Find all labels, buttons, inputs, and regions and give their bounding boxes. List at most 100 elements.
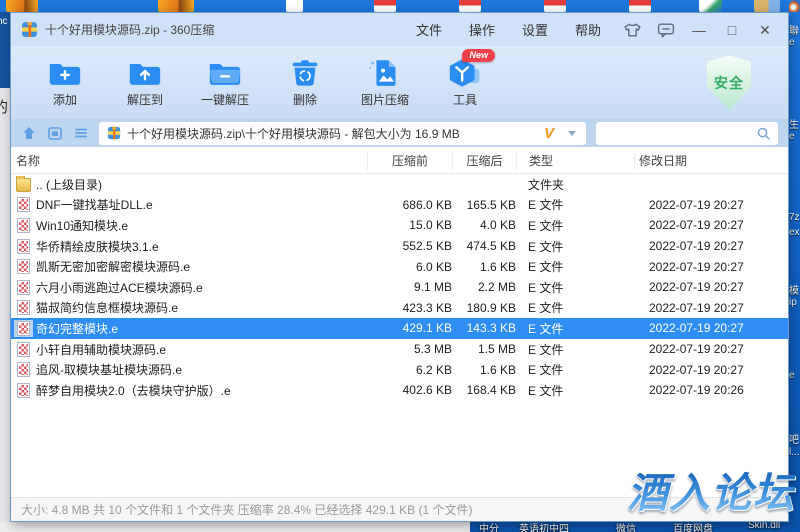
one-click-extract-icon bbox=[206, 58, 244, 89]
desktop-text-fragment: e bbox=[789, 131, 795, 142]
size-after-cell: 2.2 MB bbox=[452, 280, 516, 294]
table-row[interactable]: 奇幻完整模块.e 429.1 KB 143.3 KB E 文件 2022-07-… bbox=[11, 318, 788, 339]
column-header-date[interactable]: 修改日期 bbox=[634, 153, 764, 170]
one-click-extract-button[interactable]: 一键解压 bbox=[185, 58, 265, 108]
file-type-cell: E 文件 bbox=[516, 258, 634, 275]
new-badge: New bbox=[462, 49, 495, 62]
desktop-text-fragment: ip bbox=[789, 297, 797, 308]
desktop-text-fragment: 聯 bbox=[789, 22, 799, 37]
addressbar: 十个好用模块源码.zip\十个好用模块源码 - 解包大小为 16.9 MB V bbox=[11, 119, 788, 147]
modified-date-cell: 2022-07-19 20:27 bbox=[634, 218, 764, 232]
list-view-icon[interactable] bbox=[73, 125, 89, 141]
menu-operation[interactable]: 操作 bbox=[469, 20, 495, 39]
file-name: .. (上级目录) bbox=[36, 176, 102, 193]
size-before-cell: 423.3 KB bbox=[367, 301, 452, 315]
column-header-before[interactable]: 压缩前 bbox=[367, 153, 452, 170]
modified-date-cell: 2022-07-19 20:27 bbox=[634, 363, 764, 377]
file-name-cell: 小轩自用辅助模块源码.e bbox=[11, 341, 367, 358]
file-list-panel: 名称 压缩前 压缩后 类型 修改日期 .. (上级目录) 文件夹 DNF一键找基… bbox=[11, 147, 788, 497]
file-icon bbox=[17, 342, 30, 357]
search-icon[interactable] bbox=[756, 126, 771, 141]
desktop-icon-pdf[interactable] bbox=[544, 0, 566, 12]
file-name: 奇幻完整模块.e bbox=[36, 320, 118, 337]
minimize-button[interactable]: — bbox=[690, 21, 708, 39]
watermark: 酒入论坛 bbox=[627, 459, 795, 519]
column-header-type[interactable]: 类型 bbox=[516, 153, 634, 170]
size-before-cell: 15.0 KB bbox=[367, 218, 452, 232]
column-header-after[interactable]: 压缩后 bbox=[452, 153, 516, 170]
vip-v-icon[interactable]: V bbox=[544, 125, 554, 142]
file-type-cell: E 文件 bbox=[516, 320, 634, 337]
desktop: nc 的 聯e生e7zex模ipe吧l... 中分英语初中四微信百度网盘Skin… bbox=[0, 0, 800, 532]
status-text: 大小: 4.8 MB 共 10 个文件和 1 个文件夹 压缩率 28.4% 已经… bbox=[21, 501, 472, 518]
file-icon bbox=[17, 197, 30, 212]
background-text-fragment: nc bbox=[0, 16, 8, 27]
desktop-icon-image[interactable] bbox=[699, 0, 722, 12]
search-box[interactable] bbox=[596, 122, 778, 145]
file-icon bbox=[17, 321, 30, 336]
menubar: 文件 操作 设置 帮助 bbox=[416, 20, 601, 39]
file-name: 华侨精绘皮肤模块3.1.e bbox=[36, 238, 159, 255]
feedback-icon[interactable] bbox=[657, 22, 675, 38]
desktop-icon-folder[interactable] bbox=[754, 0, 780, 12]
close-button[interactable]: ✕ bbox=[756, 21, 774, 39]
table-row[interactable]: 华侨精绘皮肤模块3.1.e 552.5 KB 474.5 KB E 文件 202… bbox=[11, 236, 788, 257]
safe-badge-label: 安全 bbox=[714, 73, 744, 93]
table-row[interactable]: .. (上级目录) 文件夹 bbox=[11, 174, 788, 195]
table-row[interactable]: DNF一键找基址DLL.e 686.0 KB 165.5 KB E 文件 202… bbox=[11, 195, 788, 216]
desktop-icon-zip[interactable] bbox=[6, 0, 38, 12]
table-row[interactable]: 猫叔简约信息框模块源码.e 423.3 KB 180.9 KB E 文件 202… bbox=[11, 298, 788, 319]
safe-badge: 安全 bbox=[704, 56, 754, 110]
size-after-cell: 1.6 KB bbox=[452, 260, 516, 274]
file-type-cell: E 文件 bbox=[516, 217, 634, 234]
modified-date-cell: 2022-07-19 20:26 bbox=[634, 383, 764, 397]
desktop-icon-doc[interactable] bbox=[286, 0, 303, 12]
image-compress-button[interactable]: 图片压缩 bbox=[345, 58, 425, 108]
chevron-down-icon[interactable] bbox=[568, 131, 576, 136]
desktop-icon-zip[interactable] bbox=[158, 0, 194, 12]
table-row[interactable]: 小轩自用辅助模块源码.e 5.3 MB 1.5 MB E 文件 2022-07-… bbox=[11, 339, 788, 360]
desktop-text-fragment: ex bbox=[789, 227, 800, 238]
file-name: DNF一键找基址DLL.e bbox=[36, 196, 153, 213]
file-name: 六月小雨逃跑过ACE模块源码.e bbox=[36, 279, 203, 296]
list-header: 名称 压缩前 压缩后 类型 修改日期 bbox=[11, 149, 788, 174]
menu-help[interactable]: 帮助 bbox=[575, 20, 601, 39]
titlebar[interactable]: 十个好用模块源码.zip - 360压缩 文件 操作 设置 帮助 — □ ✕ bbox=[11, 13, 788, 46]
zip-file-icon bbox=[107, 126, 121, 140]
size-after-cell: 1.6 KB bbox=[452, 363, 516, 377]
column-header-name[interactable]: 名称 bbox=[11, 153, 367, 170]
file-type-cell: E 文件 bbox=[516, 382, 634, 399]
skin-icon[interactable] bbox=[623, 22, 642, 38]
extract-to-button[interactable]: 解压到 bbox=[105, 58, 185, 108]
file-name: 猫叔简约信息框模块源码.e bbox=[36, 299, 178, 316]
size-after-cell: 4.0 KB bbox=[452, 218, 516, 232]
table-row[interactable]: 凯斯无密加密解密模块源码.e 6.0 KB 1.6 KB E 文件 2022-0… bbox=[11, 256, 788, 277]
modified-date-cell: 2022-07-19 20:27 bbox=[634, 239, 764, 253]
app-window: 十个好用模块源码.zip - 360压缩 文件 操作 设置 帮助 — □ ✕ bbox=[10, 12, 789, 522]
table-row[interactable]: 六月小雨逃跑过ACE模块源码.e 9.1 MB 2.2 MB E 文件 2022… bbox=[11, 277, 788, 298]
desktop-icon-pdf[interactable] bbox=[374, 0, 396, 12]
maximize-button[interactable]: □ bbox=[723, 21, 741, 39]
address-combobox[interactable]: 十个好用模块源码.zip\十个好用模块源码 - 解包大小为 16.9 MB V bbox=[99, 122, 586, 145]
add-button[interactable]: 添加 bbox=[25, 58, 105, 108]
file-name-cell: Win10通知模块.e bbox=[11, 217, 367, 234]
view-mode-icon[interactable] bbox=[47, 125, 63, 141]
size-after-cell: 1.5 MB bbox=[452, 342, 516, 356]
table-row[interactable]: 醉梦自用模块2.0（去模块守护版）.e 402.6 KB 168.4 KB E … bbox=[11, 380, 788, 401]
table-row[interactable]: Win10通知模块.e 15.0 KB 4.0 KB E 文件 2022-07-… bbox=[11, 215, 788, 236]
table-row[interactable]: 追风-取模块基址模块源码.e 6.2 KB 1.6 KB E 文件 2022-0… bbox=[11, 359, 788, 380]
size-after-cell: 180.9 KB bbox=[452, 301, 516, 315]
desktop-icon-pdf[interactable] bbox=[459, 0, 481, 12]
file-name-cell: .. (上级目录) bbox=[11, 176, 367, 193]
menu-settings[interactable]: 设置 bbox=[522, 20, 548, 39]
modified-date-cell: 2022-07-19 20:27 bbox=[634, 321, 764, 335]
desktop-icon-pdf[interactable] bbox=[629, 0, 651, 12]
file-type-cell: E 文件 bbox=[516, 299, 634, 316]
delete-button[interactable]: 删除 bbox=[265, 58, 345, 108]
file-name: 醉梦自用模块2.0（去模块守护版）.e bbox=[36, 382, 231, 399]
menu-file[interactable]: 文件 bbox=[416, 20, 442, 39]
search-input[interactable] bbox=[603, 126, 756, 140]
tools-button[interactable]: New 工具 bbox=[425, 58, 505, 108]
size-before-cell: 402.6 KB bbox=[367, 383, 452, 397]
up-level-icon[interactable] bbox=[21, 125, 37, 141]
